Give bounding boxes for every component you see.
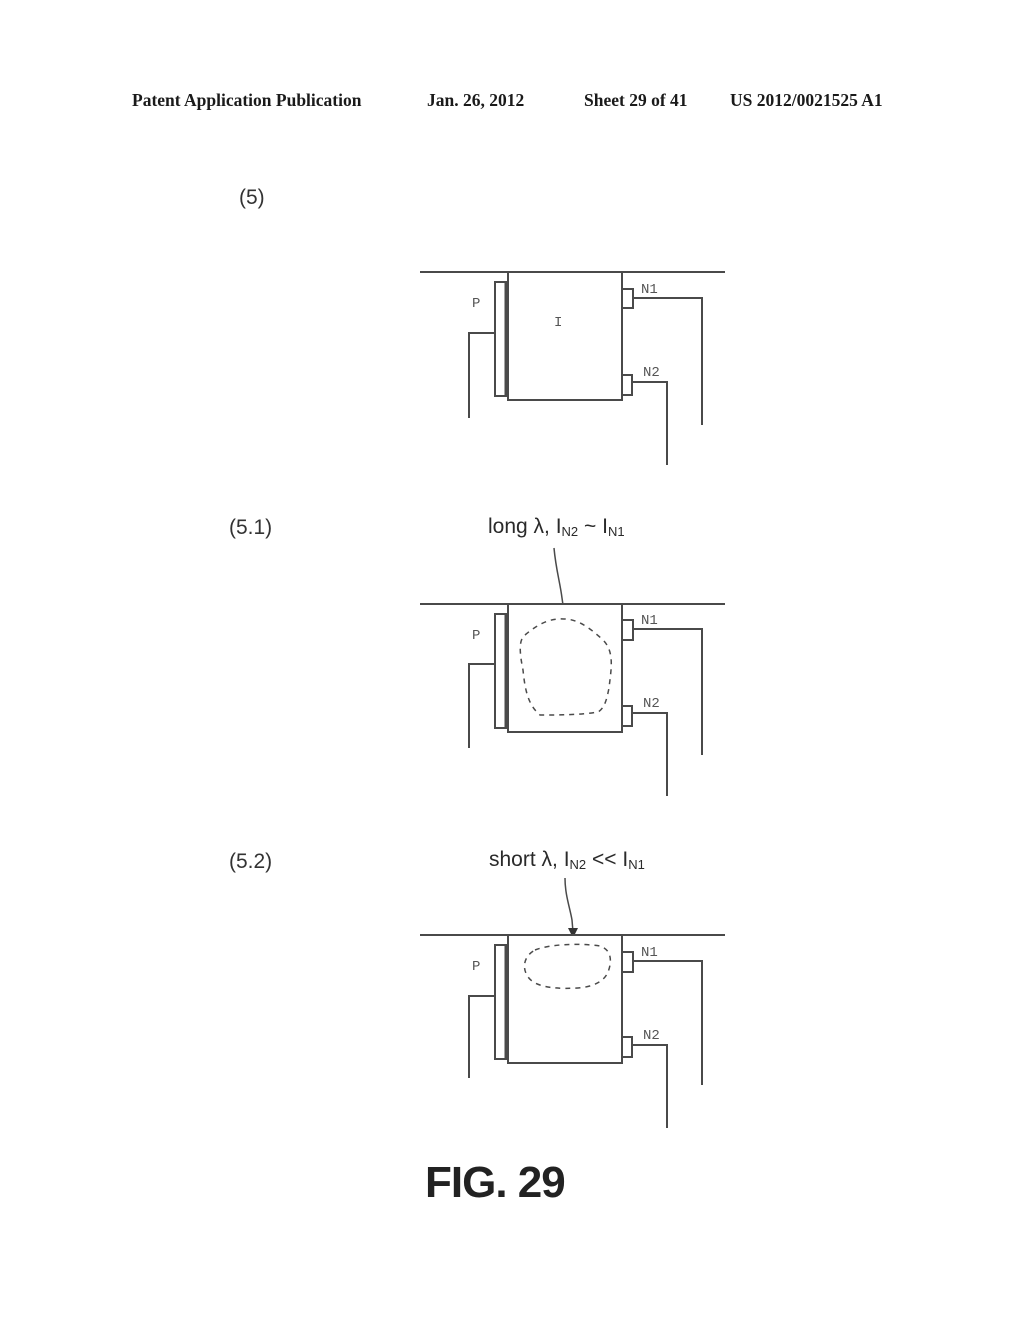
p-wire (468, 663, 495, 748)
intrinsic-region (507, 271, 623, 401)
p-label: P (472, 296, 480, 312)
n2-contact (621, 374, 633, 396)
patent-number: US 2012/0021525 A1 (730, 90, 883, 110)
arrow-connector (553, 547, 565, 613)
figure-title: FIG. 29 (425, 1158, 566, 1207)
n1-contact (621, 951, 634, 973)
n2-wire (632, 1044, 668, 1128)
n1-contact (621, 288, 634, 309)
sheet-number: Sheet 29 of 41 (584, 90, 688, 110)
n1-label: N1 (641, 945, 658, 961)
diagram-5-1: P N1 N2 (420, 547, 725, 796)
n2-label: N2 (643, 696, 660, 712)
n2-label: N2 (643, 365, 660, 381)
p-label: P (472, 628, 480, 644)
intrinsic-region (507, 934, 623, 1064)
publication-date: Jan. 26, 2012 (427, 90, 525, 110)
panel-label-5: (5) (239, 186, 265, 209)
n1-contact (621, 619, 634, 641)
intrinsic-label: I (554, 315, 562, 331)
n2-wire (632, 712, 668, 796)
publication-type: Patent Application Publication (132, 90, 362, 110)
n2-label: N2 (643, 1028, 660, 1044)
arrow-connector (564, 877, 574, 933)
n2-wire (632, 381, 668, 465)
p-wire (468, 995, 495, 1078)
n1-label: N1 (641, 282, 658, 298)
n2-contact (621, 705, 633, 727)
diagram-5-2: P N1 N2 (420, 877, 725, 1128)
diagram-5: P I N1 N2 (420, 271, 725, 465)
p-label: P (472, 959, 480, 975)
caption-5-2: short λ, IN2 << IN1 (489, 848, 645, 872)
panel-label-5-1: (5.1) (229, 516, 273, 539)
page-header: Patent Application Publication Jan. 26, … (0, 90, 1024, 114)
caption-5-1: long λ, IN2 ~ IN1 (488, 515, 625, 539)
intrinsic-region (507, 603, 623, 733)
panel-label-5-2: (5.2) (229, 850, 273, 873)
p-wire (468, 332, 495, 418)
n2-contact (621, 1036, 633, 1058)
n1-label: N1 (641, 613, 658, 629)
